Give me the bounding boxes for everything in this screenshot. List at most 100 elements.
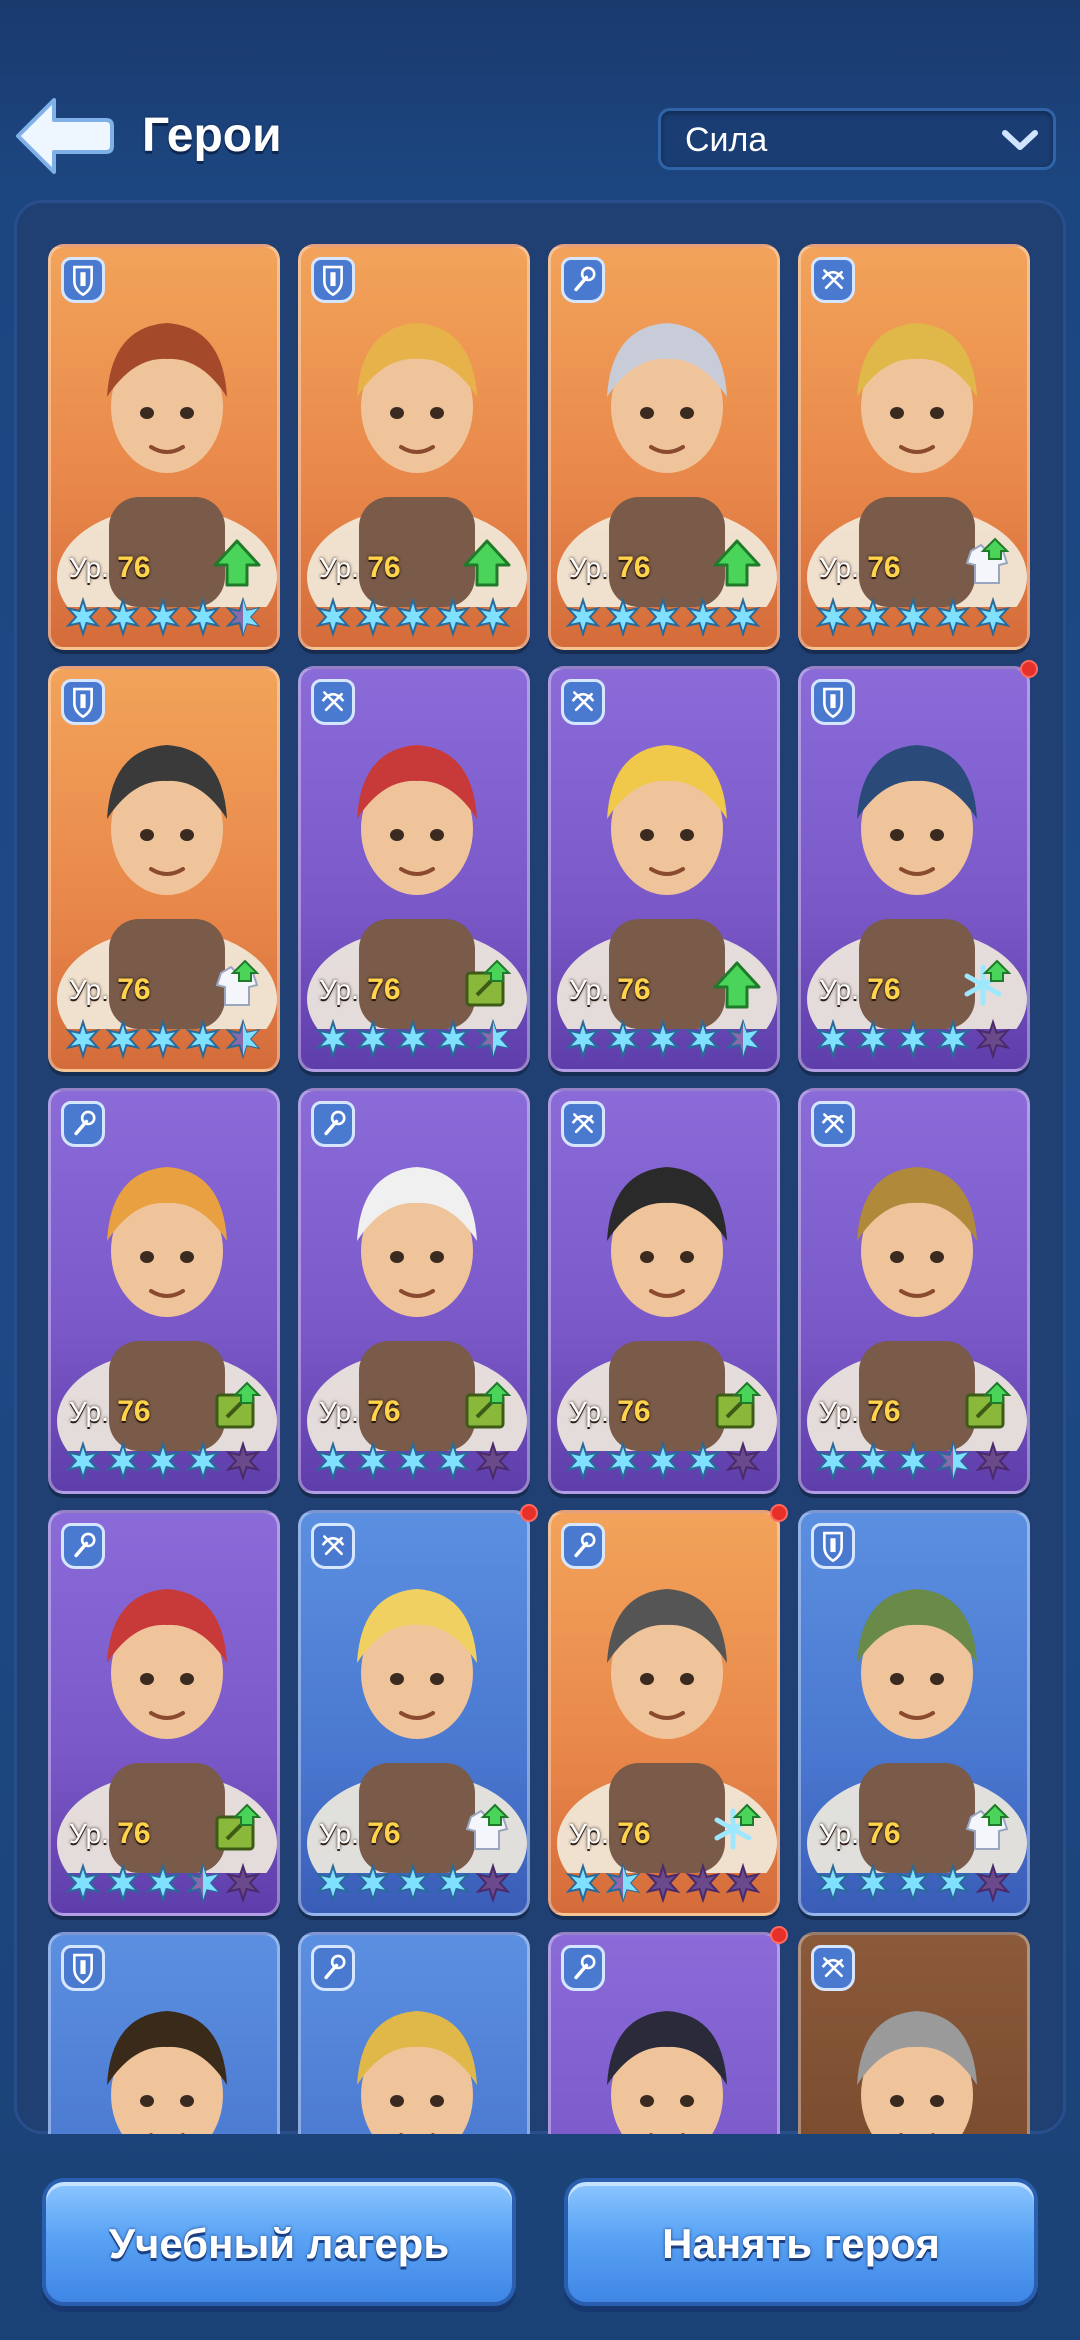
hero-card[interactable]: Ур. 76 [48,1510,280,1916]
shield-icon [61,1945,105,1991]
level-prefix: Ур. [69,1818,109,1849]
upgrade-book-icon[interactable] [961,1381,1013,1433]
star-icon [225,1863,261,1903]
upgrade-coat-icon[interactable] [461,1803,513,1855]
upgrade-book-icon[interactable] [211,1803,263,1855]
star-icon [105,1019,141,1059]
hire-hero-label: Нанять героя [662,2220,940,2267]
star-icon [815,1863,851,1903]
upgrade-book-icon[interactable] [461,1381,513,1433]
star-icon [145,1441,181,1481]
hero-card[interactable]: Ур. 76 [298,1510,530,1916]
star-icon [975,597,1011,637]
star-icon [355,597,391,637]
wrench-icon [561,1945,605,1991]
star-icon [185,597,221,637]
hero-card[interactable]: Ур. 76 [798,1088,1030,1494]
shield-icon [61,679,105,725]
hero-card[interactable]: Ур. 76 [298,1088,530,1494]
level-prefix: Ур. [819,974,859,1005]
level-prefix: Ур. [569,552,609,583]
star-icon [395,1863,431,1903]
upgrade-book-icon[interactable] [711,1381,763,1433]
hero-card[interactable]: Ур. 76 [798,1510,1030,1916]
hero-card[interactable]: Ур. 76 [298,666,530,1072]
star-icon [105,1863,141,1903]
hero-card[interactable]: Ур. 76 [548,1510,780,1916]
upgrade-coat-icon[interactable] [961,1803,1013,1855]
hero-card[interactable]: Ур. 76 [798,666,1030,1072]
notification-dot [1020,660,1038,678]
back-arrow-icon[interactable] [14,96,114,176]
star-icon [435,1019,471,1059]
training-camp-button[interactable]: Учебный лагерь [42,2178,516,2306]
level-prefix: Ур. [319,1396,359,1427]
star-icon [855,597,891,637]
star-icon [645,1863,681,1903]
hero-level: Ур. 76 [69,1395,151,1429]
top-bar: Герои Сила [0,0,1080,200]
hero-card[interactable]: Ур. 76 [48,1088,280,1494]
heroes-panel: Ур. 76 Ур. 76 Ур. 76 Ур. 76 Ур. 76 Ур. 76 Ур. … [14,200,1066,2134]
wrench-icon [561,257,605,303]
star-rating [565,597,761,637]
star-icon [645,1441,681,1481]
hero-card[interactable] [798,1932,1030,2134]
upgrade-arrow-icon[interactable] [711,537,763,589]
star-icon [185,1441,221,1481]
star-rating [315,597,511,637]
level-number: 76 [117,1817,151,1850]
star-icon [685,597,721,637]
hero-card[interactable]: Ур. 76 [798,244,1030,650]
hero-card[interactable] [48,1932,280,2134]
star-icon [975,1019,1011,1059]
hero-card[interactable] [298,1932,530,2134]
level-prefix: Ур. [569,1818,609,1849]
hero-card[interactable]: Ур. 76 [548,244,780,650]
shield-icon [811,1523,855,1569]
upgrade-coat-icon[interactable] [211,959,263,1011]
upgrade-book-icon[interactable] [461,959,513,1011]
star-rating [815,1863,1011,1903]
star-rating [565,1019,761,1059]
notification-dot [520,1504,538,1522]
star-icon [645,597,681,637]
star-icon [395,597,431,637]
hero-card[interactable]: Ур. 76 [298,244,530,650]
star-icon [145,1863,181,1903]
upgrade-arrow-icon[interactable] [711,959,763,1011]
sort-selected-label: Сила [685,121,768,159]
level-number: 76 [617,1817,651,1850]
star-icon [475,1441,511,1481]
star-icon [605,597,641,637]
star-icon [65,1441,101,1481]
level-prefix: Ур. [319,1818,359,1849]
level-prefix: Ур. [819,1396,859,1427]
hero-level: Ур. 76 [69,551,151,585]
upgrade-arrow-icon[interactable] [211,537,263,589]
star-icon [935,597,971,637]
crossbow-icon [311,679,355,725]
star-icon [435,597,471,637]
star-icon [975,1441,1011,1481]
notification-dot [770,1926,788,1944]
upgrade-coat-icon[interactable] [961,537,1013,589]
star-icon [315,597,351,637]
hero-card[interactable] [548,1932,780,2134]
hero-card[interactable]: Ур. 76 [48,666,280,1072]
sort-dropdown[interactable]: Сила [658,108,1056,170]
upgrade-snowflake-icon[interactable] [711,1803,763,1855]
star-icon [225,1441,261,1481]
level-number: 76 [117,1395,151,1428]
wrench-icon [561,1523,605,1569]
hero-card[interactable]: Ур. 76 [48,244,280,650]
chevron-down-icon [1002,130,1038,150]
hire-hero-button[interactable]: Нанять героя [564,2178,1038,2306]
star-rating [565,1863,761,1903]
star-rating [65,1019,261,1059]
upgrade-snowflake-icon[interactable] [961,959,1013,1011]
hero-card[interactable]: Ур. 76 [548,1088,780,1494]
hero-card[interactable]: Ур. 76 [548,666,780,1072]
upgrade-book-icon[interactable] [211,1381,263,1433]
upgrade-arrow-icon[interactable] [461,537,513,589]
